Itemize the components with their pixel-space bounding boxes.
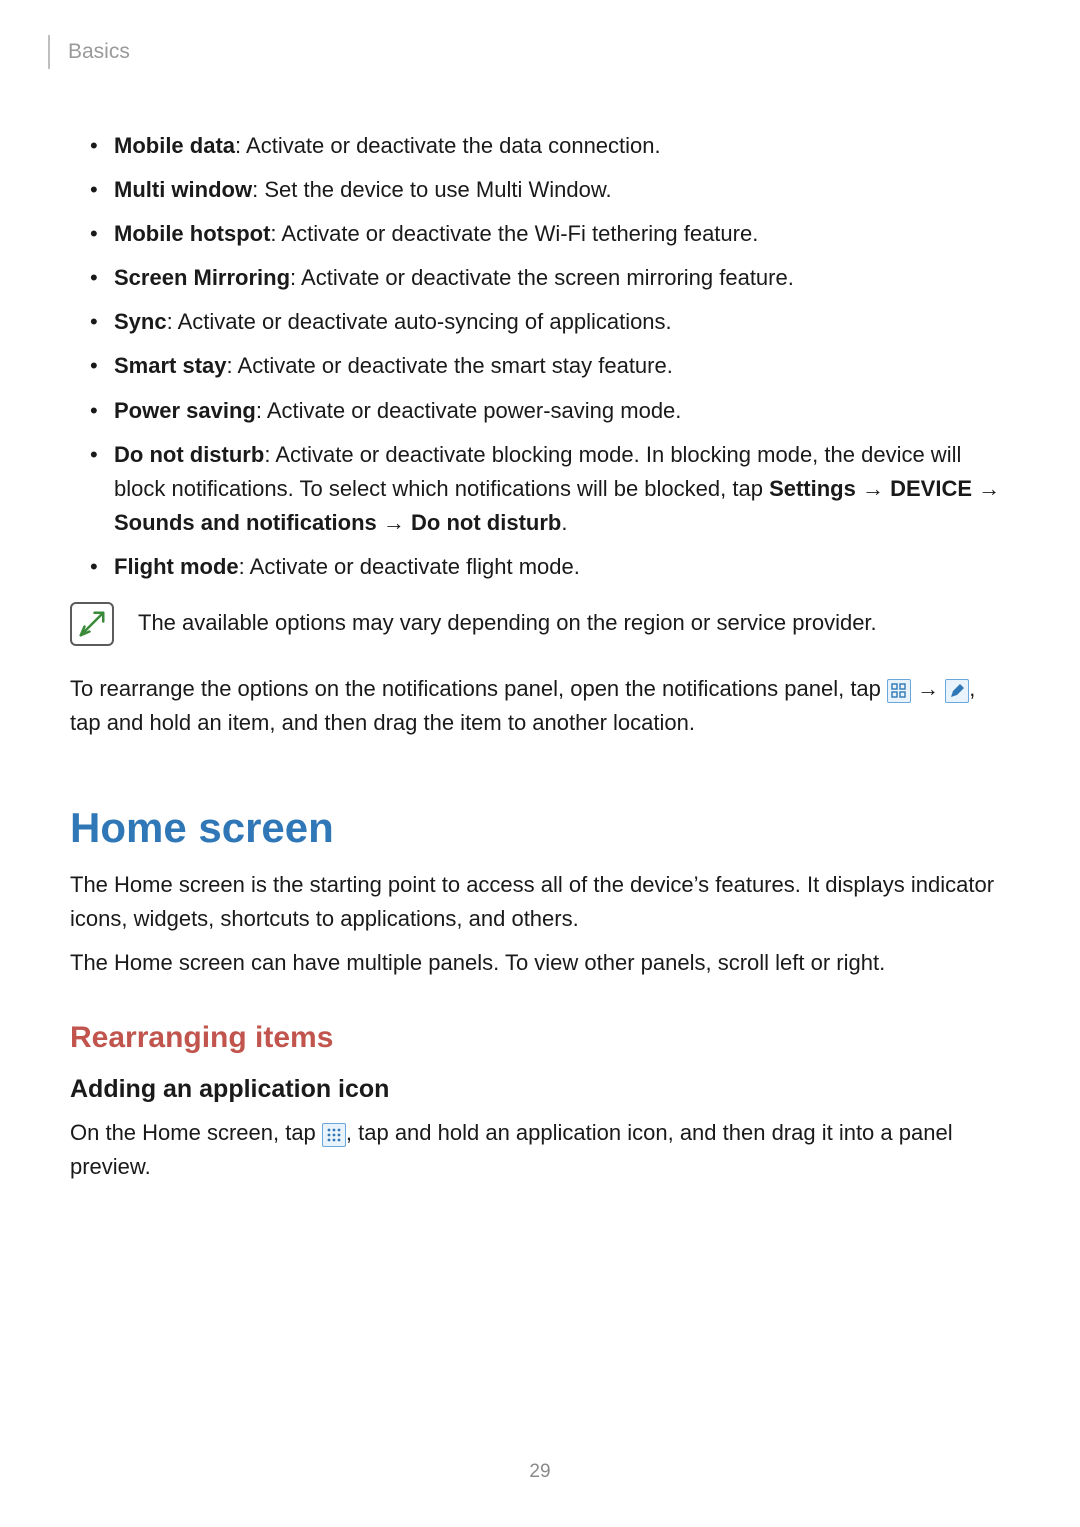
text: On the Home screen, tap (70, 1120, 322, 1145)
path-step: Sounds and notifications (114, 510, 377, 535)
feature-term: Do not disturb (114, 442, 264, 467)
path-step: Do not disturb (411, 510, 561, 535)
feature-desc: : Set the device to use Multi Window. (252, 177, 612, 202)
home-p1: The Home screen is the starting point to… (70, 868, 1010, 936)
grid-panel-icon (887, 679, 911, 703)
feature-term: Power saving (114, 398, 256, 423)
feature-term: Smart stay (114, 353, 227, 378)
list-item: Multi window: Set the device to use Mult… (70, 173, 1010, 207)
list-item: Sync: Activate or deactivate auto-syncin… (70, 305, 1010, 339)
subsub-title: Adding an application icon (70, 1075, 1010, 1104)
list-item: Mobile data: Activate or deactivate the … (70, 129, 1010, 163)
feature-list: Mobile data: Activate or deactivate the … (70, 129, 1010, 584)
arrow-icon: → (917, 676, 939, 701)
edit-pencil-icon (945, 679, 969, 703)
arrow-icon: → (978, 476, 1000, 501)
note-box: The available options may vary depending… (70, 602, 1010, 646)
path-step: DEVICE (890, 476, 972, 501)
page: Basics Mobile data: Activate or deactiva… (0, 0, 1080, 1527)
arrow-icon: → (383, 510, 405, 535)
feature-term: Screen Mirroring (114, 265, 290, 290)
list-item: Do not disturb: Activate or deactivate b… (70, 438, 1010, 540)
trail: . (561, 510, 567, 535)
list-item: Mobile hotspot: Activate or deactivate t… (70, 217, 1010, 251)
feature-desc: : Activate or deactivate the smart stay … (227, 353, 673, 378)
section-title: Home screen (70, 804, 1010, 852)
feature-desc: : Activate or deactivate flight mode. (239, 554, 580, 579)
text: To rearrange the options on the notifica… (70, 676, 887, 701)
feature-term: Sync (114, 309, 167, 334)
adding-paragraph: On the Home screen, tap , tap and hold a… (70, 1116, 1010, 1184)
feature-desc: : Activate or deactivate the Wi-Fi tethe… (270, 221, 758, 246)
feature-desc: : Activate or deactivate the data connec… (235, 133, 661, 158)
feature-desc: : Activate or deactivate the screen mirr… (290, 265, 794, 290)
feature-term: Mobile hotspot (114, 221, 270, 246)
home-p2: The Home screen can have multiple panels… (70, 946, 1010, 980)
apps-grid-icon (322, 1123, 346, 1147)
feature-desc: : Activate or deactivate power-saving mo… (256, 398, 682, 423)
path-step: Settings (769, 476, 856, 501)
feature-desc: : Activate or deactivate auto-syncing of… (167, 309, 672, 334)
header-rule (48, 35, 50, 69)
feature-term: Multi window (114, 177, 252, 202)
chapter-label: Basics (68, 40, 130, 64)
list-item: Flight mode: Activate or deactivate flig… (70, 550, 1010, 584)
page-number: 29 (0, 1461, 1080, 1483)
note-text: The available options may vary depending… (138, 602, 877, 640)
list-item: Screen Mirroring: Activate or deactivate… (70, 261, 1010, 295)
feature-term: Flight mode (114, 554, 239, 579)
list-item: Power saving: Activate or deactivate pow… (70, 394, 1010, 428)
arrow-icon: → (862, 476, 884, 501)
note-icon (70, 602, 114, 646)
page-header: Basics (70, 35, 1010, 69)
subsection-title: Rearranging items (70, 1021, 1010, 1055)
list-item: Smart stay: Activate or deactivate the s… (70, 349, 1010, 383)
rearrange-paragraph: To rearrange the options on the notifica… (70, 672, 1010, 740)
feature-term: Mobile data (114, 133, 235, 158)
